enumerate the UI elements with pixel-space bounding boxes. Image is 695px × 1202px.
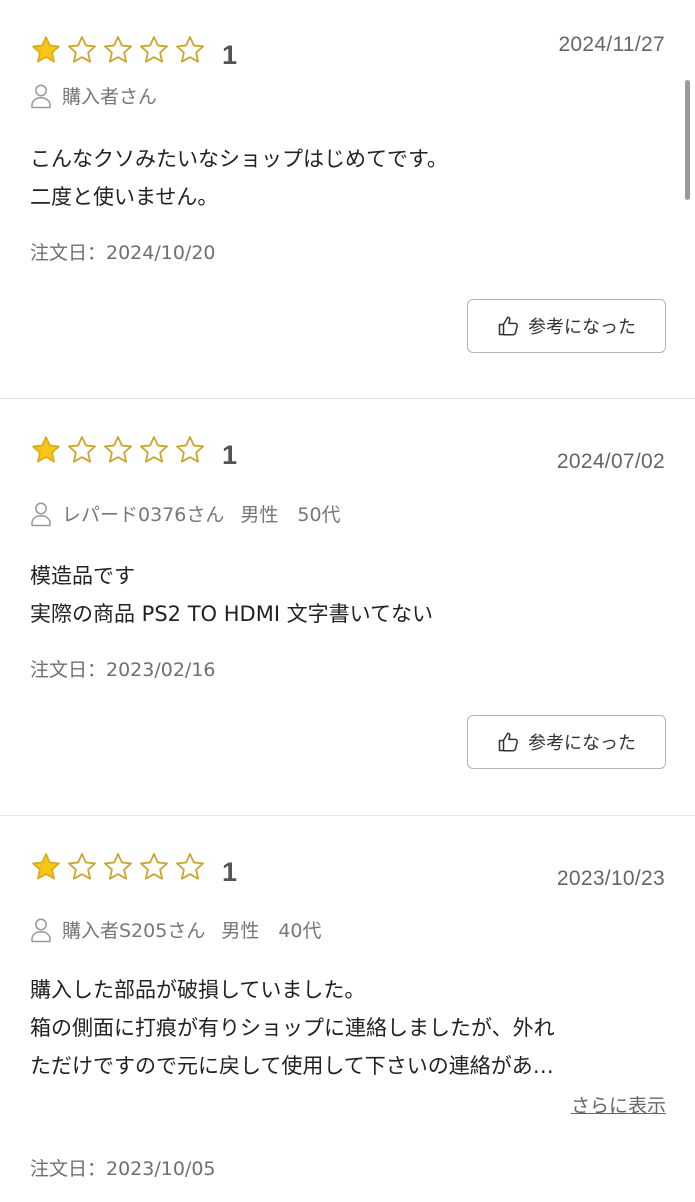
rating-stars: 1 bbox=[30, 847, 237, 887]
thumbs-up-icon bbox=[497, 730, 521, 754]
person-icon bbox=[30, 501, 52, 527]
reviewer-info: 購入者S205さん 男性 40代 bbox=[30, 916, 322, 943]
star-filled-icon bbox=[30, 851, 62, 883]
review-body-line: 購入した部品が破損していました。 bbox=[30, 978, 366, 1002]
star-empty-icon bbox=[138, 851, 170, 883]
review-body: 模造品です 実際の商品 PS2 TO HDMI 文字書いてない bbox=[30, 557, 666, 633]
thumbs-up-icon bbox=[497, 314, 521, 338]
rating-value: 1 bbox=[222, 439, 238, 470]
order-date: 注文日：2023/02/16 bbox=[30, 659, 216, 681]
review-body: 購入した部品が破損していました。 箱の側面に打痕が有りショップに連絡しましたが、… bbox=[30, 971, 666, 1085]
helpful-button[interactable]: 参考になった bbox=[467, 299, 666, 353]
review-body-line: 実際の商品 PS2 TO HDMI 文字書いてない bbox=[30, 602, 434, 626]
order-date: 注文日：2024/10/20 bbox=[30, 242, 216, 264]
review-date: 2023/10/23 bbox=[556, 867, 665, 890]
review-body: こんなクソみたいなショップはじめてです。 二度と使いません。 bbox=[30, 140, 666, 216]
reviewer-meta: 男性 50代 bbox=[240, 504, 341, 526]
review-card: 1 2024/11/27 購入者さん こんなクソみたいなショップはじめてです。 … bbox=[0, 0, 695, 398]
review-body-line: 箱の側面に打痕が有りショップに連絡しましたが、外れ bbox=[30, 1016, 555, 1040]
reviewer-meta: 男性 40代 bbox=[221, 920, 322, 942]
reviewer-info: 購入者さん bbox=[30, 82, 157, 109]
star-filled-icon bbox=[30, 34, 62, 66]
star-filled-icon bbox=[30, 434, 62, 466]
rating-stars: 1 bbox=[30, 430, 237, 470]
reviewer-name: 購入者さん bbox=[62, 86, 158, 108]
rating-value: 1 bbox=[222, 39, 238, 70]
review-body-line: ただけですので元に戻して使用して下さいの連絡があ… bbox=[30, 1054, 554, 1078]
helpful-label: 参考になった bbox=[528, 733, 636, 754]
review-date: 2024/11/27 bbox=[558, 33, 665, 56]
star-empty-icon bbox=[102, 851, 134, 883]
star-empty-icon bbox=[66, 434, 98, 466]
person-icon bbox=[30, 917, 52, 943]
star-empty-icon bbox=[66, 851, 98, 883]
star-empty-icon bbox=[174, 34, 206, 66]
star-empty-icon bbox=[138, 34, 170, 66]
helpful-label: 参考になった bbox=[528, 317, 636, 338]
rating-stars: 1 bbox=[30, 30, 237, 70]
star-empty-icon bbox=[174, 434, 206, 466]
review-card: 1 2024/07/02 レパード0376さん 男性 50代 模造品です 実際の… bbox=[0, 399, 695, 815]
helpful-button[interactable]: 参考になった bbox=[467, 715, 666, 769]
star-empty-icon bbox=[138, 434, 170, 466]
rating-value: 1 bbox=[222, 856, 238, 887]
scrollbar[interactable] bbox=[685, 80, 690, 200]
person-icon bbox=[30, 83, 52, 109]
review-body-line: 模造品です bbox=[30, 564, 135, 588]
star-empty-icon bbox=[102, 434, 134, 466]
star-empty-icon bbox=[66, 34, 98, 66]
show-more-link[interactable]: さらに表示 bbox=[571, 1091, 666, 1118]
reviewer-name: 購入者S205さん bbox=[62, 920, 206, 942]
review-date: 2024/07/02 bbox=[556, 450, 665, 473]
order-date: 注文日：2023/10/05 bbox=[30, 1158, 216, 1180]
review-card: 1 2023/10/23 購入者S205さん 男性 40代 購入した部品が破損し… bbox=[0, 816, 695, 1202]
star-empty-icon bbox=[102, 34, 134, 66]
reviewer-info: レパード0376さん 男性 50代 bbox=[30, 500, 341, 527]
review-body-line: こんなクソみたいなショップはじめてです。 bbox=[30, 147, 448, 171]
review-body-line: 二度と使いません。 bbox=[30, 185, 219, 209]
reviewer-name: レパード0376さん bbox=[62, 504, 225, 526]
star-empty-icon bbox=[174, 851, 206, 883]
